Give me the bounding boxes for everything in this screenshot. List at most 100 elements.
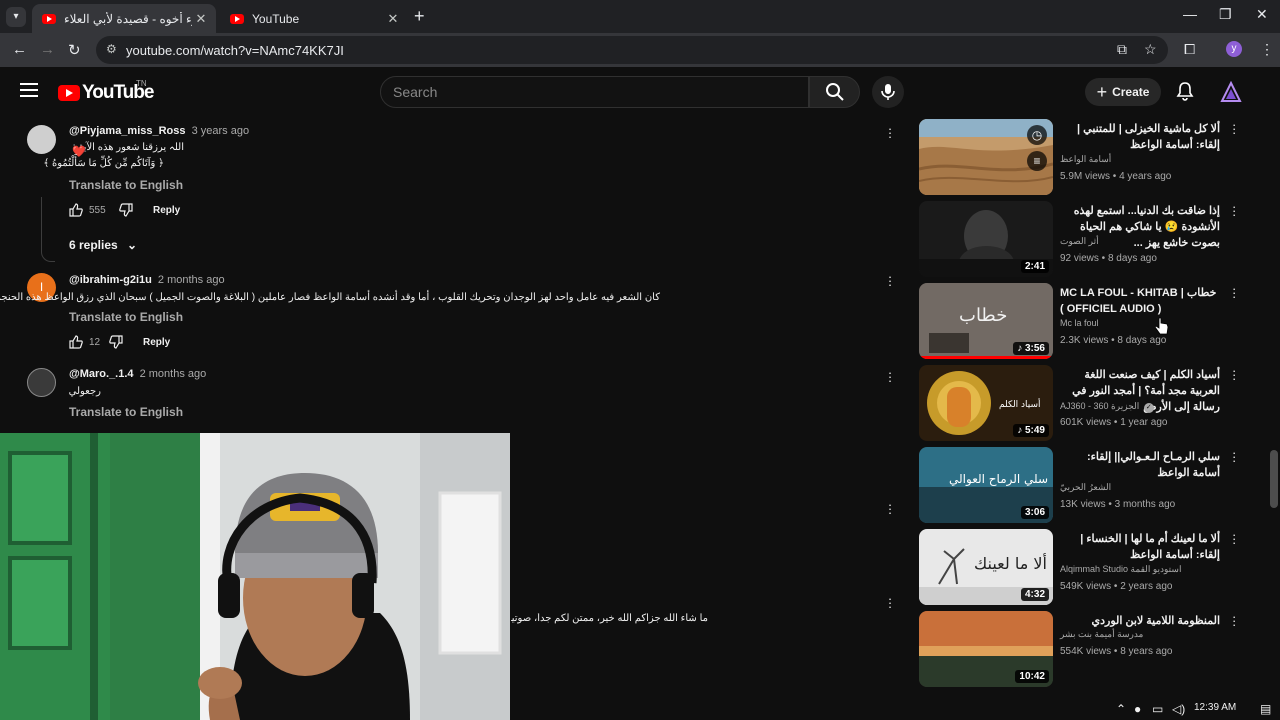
comment-text-line: اللہ یرزقنا شعور هذه الآية : bbox=[72, 142, 184, 153]
notifications-bell-icon[interactable] bbox=[1175, 81, 1195, 101]
view-replies-button[interactable]: 6 replies ⌄ bbox=[69, 238, 137, 252]
microphone-tray-icon[interactable]: ● bbox=[1134, 702, 1141, 716]
extensions-icon[interactable]: ⧠ bbox=[1184, 41, 1195, 58]
youtube-logo[interactable]: YouTube TN bbox=[58, 79, 154, 104]
video-menu-icon[interactable]: · · · bbox=[1232, 118, 1236, 139]
dislike-icon[interactable] bbox=[109, 335, 123, 349]
channel-name[interactable]: AJ360 - 360 الجزيرة ✓ bbox=[1060, 401, 1154, 413]
back-icon[interactable]: ← bbox=[12, 41, 27, 58]
video-title[interactable]: ألا ما لعينك أم ما لها | الخنساء | إلقاء… bbox=[1060, 531, 1220, 563]
recommended-video[interactable]: خطاب ♪ 3:56 MC LA FOUL - KHITAB | خطاب (… bbox=[919, 282, 1274, 361]
dislike-icon[interactable] bbox=[119, 203, 133, 217]
tray-overflow-icon[interactable]: ⌃ bbox=[1116, 702, 1126, 716]
avatar[interactable] bbox=[27, 125, 56, 154]
close-tab-icon[interactable]: ✕ bbox=[384, 11, 402, 27]
minimize-button[interactable]: — bbox=[1183, 6, 1197, 22]
page-scrollbar[interactable] bbox=[1268, 67, 1280, 697]
video-thumbnail[interactable]: أسياد الكلم ♪ 5:49 bbox=[919, 365, 1053, 441]
account-avatar-icon[interactable] bbox=[1220, 81, 1242, 103]
video-thumbnail[interactable]: سلي الرماح العوالي 3:06 bbox=[919, 447, 1053, 523]
video-menu-icon[interactable]: · · · bbox=[1232, 446, 1236, 467]
comment-author[interactable]: @Maro._.1.4 bbox=[69, 368, 134, 380]
reply-button[interactable]: Reply bbox=[153, 205, 180, 216]
video-title[interactable]: المنظومة اللامية لابن الوردي bbox=[1060, 613, 1220, 629]
bookmark-star-icon[interactable]: ☆ bbox=[1144, 41, 1157, 58]
like-icon[interactable] bbox=[69, 203, 83, 217]
tab-youtube[interactable]: YouTube ✕ bbox=[220, 4, 408, 33]
notifications-icon[interactable]: ▤ bbox=[1260, 702, 1271, 716]
comment-menu-icon[interactable]: · · · bbox=[887, 270, 893, 291]
search-button[interactable] bbox=[809, 76, 860, 108]
comment-author[interactable]: @Piyjama_miss_Ross bbox=[69, 125, 186, 137]
new-tab-button[interactable]: + bbox=[414, 6, 425, 27]
hamburger-menu-icon[interactable] bbox=[20, 83, 38, 97]
comment-actions: 12 Reply bbox=[69, 335, 170, 349]
install-app-icon[interactable]: ⧉ bbox=[1117, 41, 1127, 58]
avatar[interactable] bbox=[27, 368, 56, 397]
like-icon[interactable] bbox=[69, 335, 83, 349]
site-info-icon[interactable]: ⚙ bbox=[106, 42, 117, 56]
video-thumbnail[interactable]: 2:41 bbox=[919, 201, 1053, 277]
recommended-video[interactable]: 2:41 إذا ضاقت بك الدنيا... استمع لهذه ال… bbox=[919, 200, 1274, 279]
comment-author[interactable]: @ibrahim-g2i1u bbox=[69, 274, 152, 286]
close-tab-icon[interactable]: ✕ bbox=[192, 11, 210, 27]
video-menu-icon[interactable]: · · · bbox=[1232, 610, 1236, 631]
video-thumbnail[interactable]: ◷ ≡ bbox=[919, 119, 1053, 195]
create-button[interactable]: + Create bbox=[1085, 78, 1161, 106]
reload-icon[interactable]: ↻ bbox=[68, 41, 81, 59]
channel-name[interactable]: أسامة الواعظ bbox=[1060, 154, 1111, 165]
channel-name[interactable]: الشعرُ الحربيّ bbox=[1060, 482, 1111, 493]
video-title[interactable]: سلي الرمـاح الـعـوالي|| إلقاء: أسامة الو… bbox=[1060, 449, 1220, 481]
translate-link[interactable]: Translate to English bbox=[69, 310, 183, 324]
video-menu-icon[interactable]: · · · bbox=[1232, 364, 1236, 385]
recommended-video[interactable]: ◷ ≡ ألا كل ماشية الخيزلى | للمتنبي | إلق… bbox=[919, 118, 1274, 197]
scrollbar-thumb[interactable] bbox=[1270, 450, 1278, 508]
address-bar[interactable]: ⚙ youtube.com/watch?v=NAmc74KK7JI bbox=[96, 36, 1168, 64]
translate-link[interactable]: Translate to English bbox=[69, 405, 183, 419]
recommended-video[interactable]: أسياد الكلم ♪ 5:49 أسياد الكلم | كيف صنع… bbox=[919, 364, 1274, 443]
voice-search-button[interactable] bbox=[872, 76, 904, 108]
comment-time[interactable]: 2 months ago bbox=[140, 368, 207, 380]
channel-name[interactable]: مدرسة أميمة بنت بشر bbox=[1060, 629, 1143, 640]
channel-name[interactable]: Mc la foul bbox=[1060, 318, 1099, 328]
svg-text:أسياد الكلم: أسياد الكلم bbox=[999, 398, 1041, 410]
comment-time[interactable]: 3 years ago bbox=[192, 125, 249, 137]
video-thumbnail[interactable]: 10:42 bbox=[919, 611, 1053, 687]
video-menu-icon[interactable]: · · · bbox=[1232, 282, 1236, 303]
tab-title: يسلم المرء أخوه - قصيدة لأبي العلاء bbox=[64, 11, 192, 26]
video-title[interactable]: MC LA FOUL - KHITAB | خطاب ( OFFICIEL AU… bbox=[1060, 285, 1220, 317]
video-thumbnail[interactable]: خطاب ♪ 3:56 bbox=[919, 283, 1053, 359]
recommended-video[interactable]: سلي الرماح العوالي 3:06 سلي الرمـاح الـع… bbox=[919, 446, 1274, 525]
close-window-button[interactable]: ✕ bbox=[1256, 6, 1268, 23]
recommended-video[interactable]: 10:42 المنظومة اللامية لابن الوردي مدرسة… bbox=[919, 610, 1274, 689]
video-menu-icon[interactable]: · · · bbox=[1232, 528, 1236, 549]
video-duration: ♪ 3:56 bbox=[1013, 342, 1049, 355]
add-to-queue-icon[interactable]: ≡ bbox=[1027, 151, 1047, 171]
watch-later-icon[interactable]: ◷ bbox=[1027, 125, 1047, 145]
taskbar-clock[interactable]: 12:39 AM bbox=[1194, 702, 1236, 713]
forward-icon[interactable]: → bbox=[40, 41, 55, 58]
comment-menu-icon[interactable]: · · · bbox=[887, 592, 893, 613]
comment-menu-icon[interactable]: · · · bbox=[887, 122, 893, 143]
tab-search-button[interactable]: ▾ bbox=[6, 7, 26, 27]
comment-time[interactable]: 2 months ago bbox=[158, 274, 225, 286]
network-icon[interactable]: ▭ bbox=[1152, 702, 1163, 716]
tab-poem[interactable]: يسلم المرء أخوه - قصيدة لأبي العلاء ✕ bbox=[32, 4, 216, 33]
video-menu-icon[interactable]: · · · bbox=[1232, 200, 1236, 221]
comment-header: @Piyjama_miss_Ross 3 years ago bbox=[69, 125, 249, 137]
search-input[interactable] bbox=[381, 77, 808, 107]
restore-button[interactable]: ❐ bbox=[1219, 6, 1232, 23]
comment-menu-icon[interactable]: · · · bbox=[887, 498, 893, 519]
video-title[interactable]: ألا كل ماشية الخيزلى | للمتنبي | إلقاء: … bbox=[1060, 121, 1220, 153]
comment-actions: 555 Reply bbox=[69, 203, 180, 217]
channel-name[interactable]: Alqimmah Studio استوديو القمة bbox=[1060, 564, 1181, 575]
volume-icon[interactable]: ◁) bbox=[1172, 702, 1185, 716]
chrome-menu-icon[interactable]: ⋮ bbox=[1260, 41, 1274, 58]
video-thumbnail[interactable]: ألا ما لعينك 4:32 bbox=[919, 529, 1053, 605]
reply-button[interactable]: Reply bbox=[143, 337, 170, 348]
recommended-video[interactable]: ألا ما لعينك 4:32 ألا ما لعينك أم ما لها… bbox=[919, 528, 1274, 607]
translate-link[interactable]: Translate to English bbox=[69, 178, 183, 192]
channel-name[interactable]: أثر الصوت bbox=[1060, 236, 1099, 247]
profile-avatar[interactable]: y bbox=[1226, 41, 1242, 57]
comment-menu-icon[interactable]: · · · bbox=[887, 366, 893, 387]
